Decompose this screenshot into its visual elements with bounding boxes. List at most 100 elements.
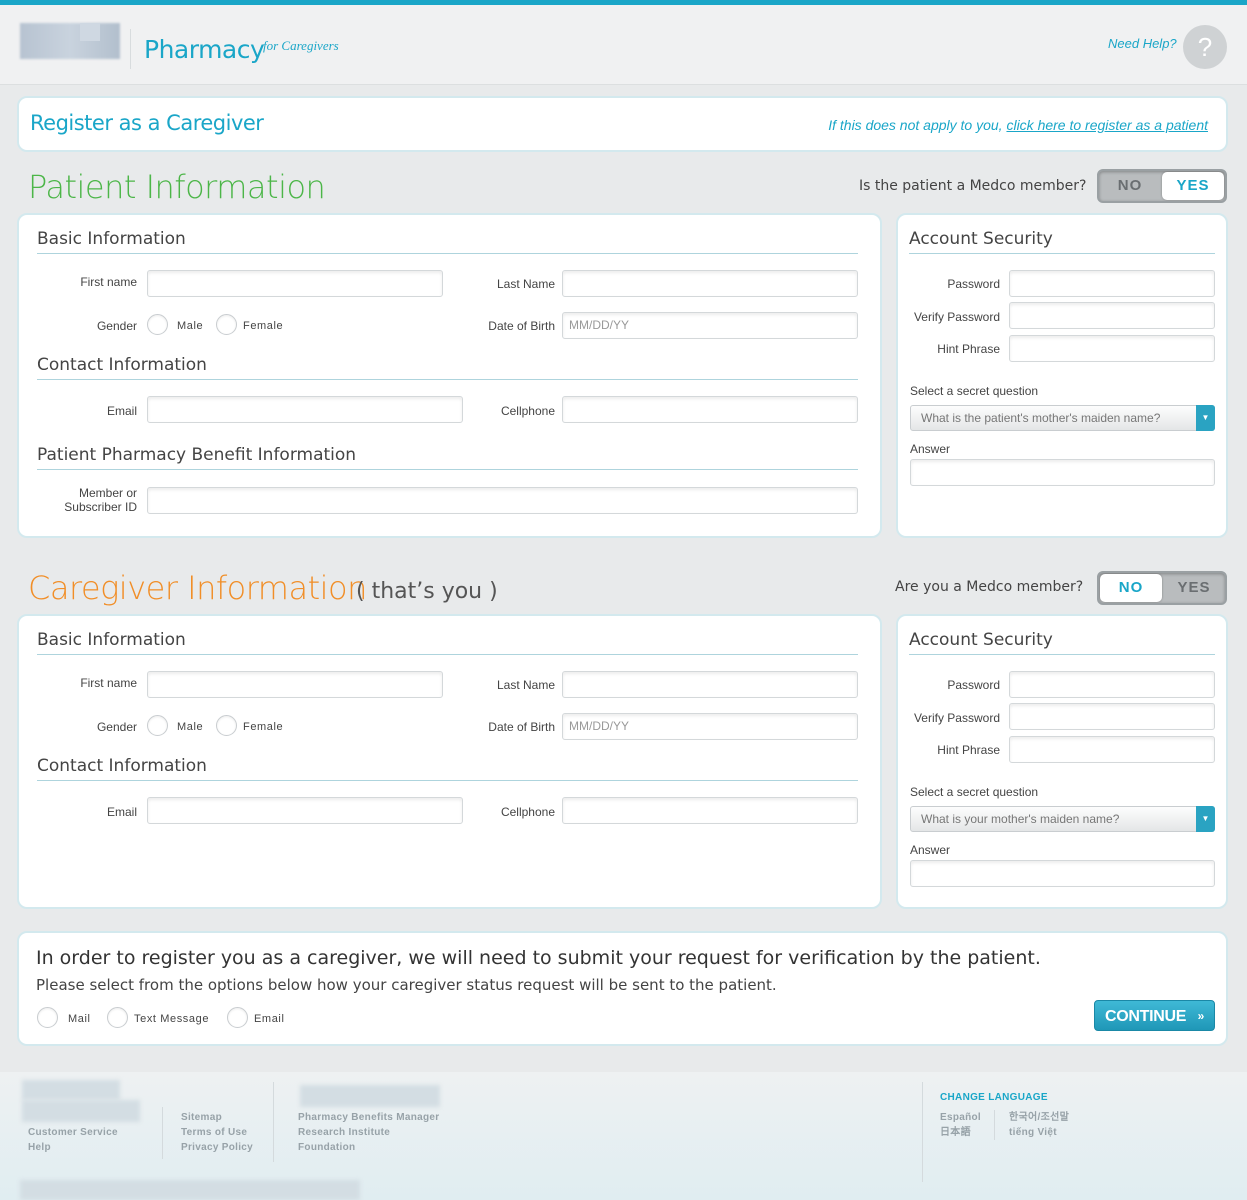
caregiver-female-radio[interactable] xyxy=(216,715,237,736)
patient-benefit-heading: Patient Pharmacy Benefit Information xyxy=(37,445,357,465)
register-as-patient-link[interactable]: click here to register as a patient xyxy=(1006,117,1208,133)
caregiver-hint-phrase-input[interactable] xyxy=(1009,736,1215,763)
caregiver-contact-heading: Contact Information xyxy=(37,756,207,776)
caregiver-cellphone-input[interactable] xyxy=(562,797,858,824)
caregiver-secret-question-select[interactable]: What is your mother's maiden name? ▼ xyxy=(910,806,1215,832)
cellphone-label: Cellphone xyxy=(500,404,555,418)
toggle-yes-option[interactable]: YES xyxy=(1163,573,1225,603)
female-label: Female xyxy=(243,320,284,332)
language-spanish-link[interactable]: Español xyxy=(940,1110,981,1125)
caregiver-member-toggle[interactable]: NO YES xyxy=(1097,571,1227,605)
terms-of-use-link[interactable]: Terms of Use xyxy=(181,1125,253,1140)
gender-label: Gender xyxy=(96,319,137,333)
footer-copyright-blur xyxy=(20,1180,360,1200)
research-institute-link[interactable]: Research Institute xyxy=(298,1125,439,1140)
register-note-text: If this does not apply to you, xyxy=(828,117,1003,133)
continue-button[interactable]: CONTINUE » xyxy=(1094,1000,1215,1031)
foundation-link[interactable]: Foundation xyxy=(298,1140,439,1155)
divider xyxy=(37,780,858,781)
secret-question-value: What is your mother's maiden name? xyxy=(921,812,1120,826)
caregiver-first-name-input[interactable] xyxy=(147,671,443,698)
last-name-label: Last Name xyxy=(496,277,555,291)
change-language-heading: CHANGE LANGUAGE xyxy=(940,1092,1048,1103)
sitemap-link[interactable]: Sitemap xyxy=(181,1110,253,1125)
email-option-label: Email xyxy=(254,1013,285,1025)
need-help-link[interactable]: Need Help? xyxy=(1108,36,1177,51)
footer-divider xyxy=(922,1082,923,1182)
mail-option-radio[interactable] xyxy=(37,1007,58,1028)
email-label: Email xyxy=(106,805,137,819)
site-footer: Customer Service Help Sitemap Terms of U… xyxy=(0,1072,1247,1200)
male-label: Male xyxy=(177,320,204,332)
language-vietnamese-link[interactable]: tiếng Việt xyxy=(1009,1125,1069,1140)
language-japanese-link[interactable]: 日本語 xyxy=(940,1125,981,1140)
footer-logo xyxy=(22,1080,120,1100)
caregiver-answer-input[interactable] xyxy=(910,860,1215,887)
divider xyxy=(37,379,858,380)
caregiver-section-subtitle: ( that’s you ) xyxy=(356,579,498,604)
caregiver-dob-input[interactable]: MM/DD/YY xyxy=(562,713,858,740)
caregiver-basic-heading: Basic Information xyxy=(37,630,186,650)
secret-question-label: Select a secret question xyxy=(910,384,1039,398)
site-header: Pharmacy for Caregivers Need Help? ? xyxy=(0,5,1247,85)
patient-dob-input[interactable]: MM/DD/YY xyxy=(562,312,858,339)
patient-member-toggle[interactable]: NO YES xyxy=(1097,169,1227,203)
patient-cellphone-input[interactable] xyxy=(562,396,858,423)
patient-answer-input[interactable] xyxy=(910,459,1215,486)
secret-question-label: Select a secret question xyxy=(910,785,1039,799)
patient-basic-panel: Basic Information First name Last Name G… xyxy=(17,213,882,538)
customer-service-link[interactable]: Customer Service xyxy=(28,1125,118,1140)
privacy-policy-link[interactable]: Privacy Policy xyxy=(181,1140,253,1155)
female-label: Female xyxy=(243,721,284,733)
help-link[interactable]: Help xyxy=(28,1140,118,1155)
patient-contact-heading: Contact Information xyxy=(37,355,207,375)
first-name-label: First name xyxy=(80,275,137,289)
patient-section-title: Patient Information xyxy=(28,168,326,206)
patient-male-radio[interactable] xyxy=(147,314,168,335)
divider xyxy=(909,654,1215,655)
caregiver-last-name-input[interactable] xyxy=(562,671,858,698)
patient-hint-phrase-input[interactable] xyxy=(1009,335,1215,362)
language-col-2: 한국어/조선말 tiếng Việt xyxy=(1009,1110,1069,1140)
caregiver-security-heading: Account Security xyxy=(909,630,1053,650)
footer-col3: Pharmacy Benefits Manager Research Insti… xyxy=(298,1110,439,1155)
patient-member-id-input[interactable] xyxy=(147,487,858,514)
patient-secret-question-select[interactable]: What is the patient's mother's maiden na… xyxy=(910,405,1215,431)
patient-female-radio[interactable] xyxy=(216,314,237,335)
caregiver-male-radio[interactable] xyxy=(147,715,168,736)
verify-password-label: Verify Password xyxy=(913,711,1000,725)
pbm-link[interactable]: Pharmacy Benefits Manager xyxy=(298,1110,439,1125)
email-option-radio[interactable] xyxy=(227,1007,248,1028)
toggle-yes-option[interactable]: YES xyxy=(1162,172,1224,200)
patient-email-input[interactable] xyxy=(147,396,463,423)
toggle-no-option[interactable]: NO xyxy=(1099,171,1161,201)
patient-security-panel: Account Security Password Verify Passwor… xyxy=(896,213,1228,538)
toggle-no-option[interactable]: NO xyxy=(1100,574,1162,602)
caregiver-password-input[interactable] xyxy=(1009,671,1215,698)
patient-password-input[interactable] xyxy=(1009,270,1215,297)
footer-logo-part xyxy=(22,1100,140,1122)
company-logo[interactable] xyxy=(20,23,120,59)
register-note: If this does not apply to you, click her… xyxy=(828,117,1208,133)
footer-col2: Sitemap Terms of Use Privacy Policy xyxy=(181,1110,253,1155)
patient-first-name-input[interactable] xyxy=(147,270,443,297)
register-bar: Register as a Caregiver If this does not… xyxy=(17,96,1228,152)
verification-sub-text: Please select from the options below how… xyxy=(36,976,777,994)
mail-option-label: Mail xyxy=(68,1013,91,1025)
first-name-label: First name xyxy=(80,676,137,690)
patient-verify-password-input[interactable] xyxy=(1009,302,1215,329)
text-message-option-radio[interactable] xyxy=(107,1007,128,1028)
patient-last-name-input[interactable] xyxy=(562,270,858,297)
caregiver-email-input[interactable] xyxy=(147,797,463,824)
divider xyxy=(37,654,858,655)
chevron-down-icon: ▼ xyxy=(1196,405,1215,431)
language-korean-link[interactable]: 한국어/조선말 xyxy=(1009,1110,1069,1125)
help-icon[interactable]: ? xyxy=(1183,25,1227,69)
member-id-label-line1: Member or xyxy=(78,486,137,500)
password-label: Password xyxy=(947,678,1000,692)
divider xyxy=(37,253,858,254)
patient-security-heading: Account Security xyxy=(909,229,1053,249)
email-label: Email xyxy=(106,404,137,418)
caregiver-verify-password-input[interactable] xyxy=(1009,703,1215,730)
caregiver-basic-panel: Basic Information First name Last Name G… xyxy=(17,614,882,909)
